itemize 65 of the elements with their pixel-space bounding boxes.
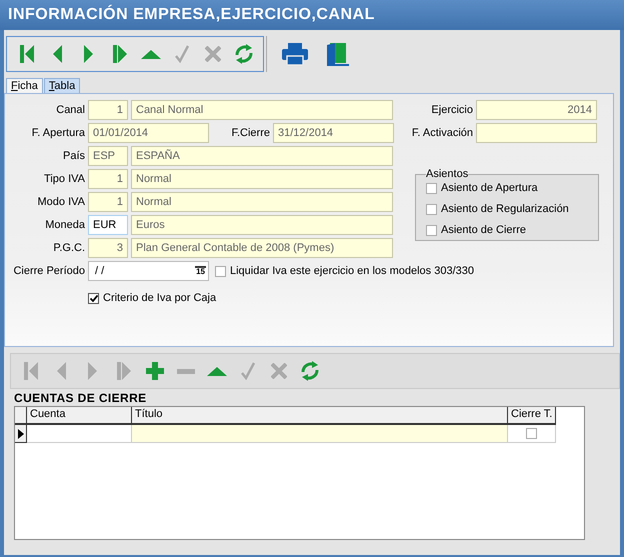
next-icon	[84, 45, 93, 63]
code-field[interactable]: 3	[88, 238, 128, 258]
checkbox[interactable]: Criterio de Iva por Caja	[88, 292, 216, 304]
code-field[interactable]: ESP	[88, 146, 128, 166]
date-field[interactable]: 31/12/2014	[273, 123, 394, 143]
up-triangle-icon	[206, 366, 226, 376]
next-icon	[88, 362, 97, 380]
close-icon	[270, 363, 286, 379]
code-field[interactable]: 1	[88, 100, 128, 120]
checkbox[interactable]: Asiento de Cierre	[426, 224, 592, 236]
tab[interactable]: Tabla	[44, 78, 80, 93]
minus-icon	[176, 368, 194, 374]
date-field[interactable]: 01/01/2014	[88, 123, 209, 143]
close-icon	[204, 46, 220, 62]
date-field[interactable]: / / 15	[88, 261, 209, 281]
column-header[interactable]: Título	[132, 407, 508, 425]
up-triangle-icon	[140, 50, 160, 58]
checkbox[interactable]: Liquidar Iva este ejercicio en los modelos 303/330	[215, 265, 474, 277]
first-record-icon	[20, 45, 34, 63]
description-field[interactable]: Plan General Contable de 2008 (Pymes)	[131, 238, 393, 258]
description-field[interactable]: Normal	[131, 169, 393, 189]
table-cell[interactable]	[508, 425, 556, 443]
checkbox[interactable]: Asiento de Regularización	[426, 203, 592, 215]
description-field[interactable]: Euros	[131, 215, 393, 235]
description-field[interactable]: ESPAÑA	[131, 146, 393, 166]
group-title: Asientos	[426, 168, 468, 180]
input-field[interactable]	[476, 123, 597, 143]
checkmark-icon	[90, 294, 98, 302]
field-label: Moneda	[44, 219, 85, 231]
field-label: Tipo IVA	[43, 173, 85, 185]
field-label: F. Apertura	[30, 127, 85, 139]
column-header[interactable]: Cierre T.	[508, 407, 556, 425]
description-field[interactable]: Canal Normal	[131, 100, 393, 120]
field-label: P.G.C.	[52, 242, 85, 254]
field-label: Ejercicio	[430, 104, 473, 116]
field-label: Canal	[55, 104, 85, 116]
section-title: CUENTAS DE CIERRE	[13, 390, 148, 405]
first-record-icon	[24, 362, 38, 380]
field-label: Cierre Período	[12, 265, 85, 277]
refresh-icon	[234, 43, 254, 65]
door-icon	[324, 41, 350, 67]
description-field[interactable]: Normal	[131, 192, 393, 212]
input-field[interactable]: 2014	[476, 100, 597, 120]
field-label: País	[62, 150, 85, 162]
previous-icon	[53, 45, 62, 63]
check-icon	[240, 362, 254, 380]
table-cell[interactable]	[27, 425, 132, 443]
field-label: F. Activación	[410, 127, 473, 139]
code-field[interactable]: 1	[88, 192, 128, 212]
printer-icon	[280, 41, 308, 67]
last-record-icon	[116, 362, 130, 380]
field-label: Modo IVA	[36, 196, 85, 208]
refresh-icon	[300, 360, 320, 382]
table-cell[interactable]	[132, 425, 508, 443]
check-icon	[174, 45, 188, 63]
field-label: F.Cierre	[230, 127, 270, 139]
column-header[interactable]: Cuenta	[27, 407, 132, 425]
tab[interactable]: Ficha	[6, 78, 43, 93]
plus-icon	[146, 362, 164, 380]
code-field[interactable]: 1	[88, 169, 128, 189]
window-title: INFORMACIÓN EMPRESA,EJERCICIO,CANAL	[0, 0, 624, 30]
previous-icon	[57, 362, 66, 380]
code-field[interactable]: EUR	[88, 215, 128, 235]
checkbox[interactable]: Asiento de Apertura	[426, 182, 592, 194]
last-record-icon	[112, 45, 126, 63]
